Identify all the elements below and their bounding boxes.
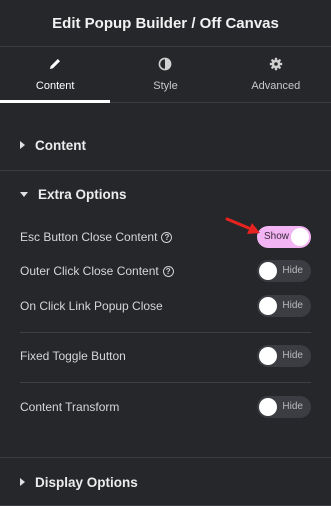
gear-icon xyxy=(269,57,283,71)
content-transform-toggle[interactable]: Hide xyxy=(257,396,311,418)
option-label: Esc Button Close Content xyxy=(20,230,158,244)
divider xyxy=(20,382,311,383)
option-label: On Click Link Popup Close xyxy=(20,299,163,313)
toggle-state: Hide xyxy=(282,350,303,361)
tab-style[interactable]: Style xyxy=(110,47,220,102)
toggle-state: Hide xyxy=(282,265,303,276)
divider xyxy=(20,332,311,333)
annotation-arrow-icon xyxy=(225,217,260,234)
toggle-state: Hide xyxy=(282,300,303,311)
toggle-knob xyxy=(259,347,277,365)
tab-label: Advanced xyxy=(251,80,301,92)
tab-advanced[interactable]: Advanced xyxy=(221,47,331,102)
help-icon[interactable]: ? xyxy=(162,265,174,277)
toggle-knob xyxy=(291,228,309,246)
option-label: Outer Click Close Content xyxy=(20,264,159,278)
option-esc-close: Esc Button Close Content ? Show xyxy=(20,223,311,251)
tab-content[interactable]: Content xyxy=(0,47,111,103)
caret-right-icon xyxy=(20,141,25,149)
tab-label: Content xyxy=(35,80,75,92)
option-label: Fixed Toggle Button xyxy=(20,349,126,363)
esc-close-toggle[interactable]: Show xyxy=(257,226,311,248)
section-content[interactable]: Content xyxy=(0,120,331,170)
option-content-transform: Content Transform Hide xyxy=(20,393,311,421)
option-link-popup-close: On Click Link Popup Close Hide xyxy=(20,292,311,320)
section-title: Content xyxy=(35,137,86,153)
pencil-icon xyxy=(50,59,61,69)
toggle-knob xyxy=(259,297,277,315)
help-icon[interactable]: ? xyxy=(161,231,173,243)
section-title: Display Options xyxy=(35,474,138,490)
fixed-toggle-switch[interactable]: Hide xyxy=(257,345,311,367)
tab-label: Style xyxy=(153,80,178,92)
panel-header: Edit Popup Builder / Off Canvas xyxy=(0,0,331,47)
toggle-knob xyxy=(259,262,277,280)
link-close-toggle[interactable]: Hide xyxy=(257,295,311,317)
caret-right-icon xyxy=(20,478,25,486)
outer-click-toggle[interactable]: Hide xyxy=(257,260,311,282)
toggle-state: Show xyxy=(264,231,290,242)
option-label: Content Transform xyxy=(20,400,120,414)
tab-bar: Content Style Advanced xyxy=(0,47,331,103)
option-fixed-toggle: Fixed Toggle Button Hide xyxy=(20,342,311,370)
caret-down-icon xyxy=(20,191,28,197)
toggle-state: Hide xyxy=(282,401,303,412)
section-title: Extra Options xyxy=(38,186,127,202)
option-outer-click-close: Outer Click Close Content ? Hide xyxy=(20,257,311,285)
section-display-options[interactable]: Display Options xyxy=(0,457,331,506)
section-extra-options[interactable]: Extra Options xyxy=(0,169,331,219)
page-title: Edit Popup Builder / Off Canvas xyxy=(52,14,279,32)
half-circle-icon xyxy=(159,57,172,71)
toggle-knob xyxy=(259,398,277,416)
